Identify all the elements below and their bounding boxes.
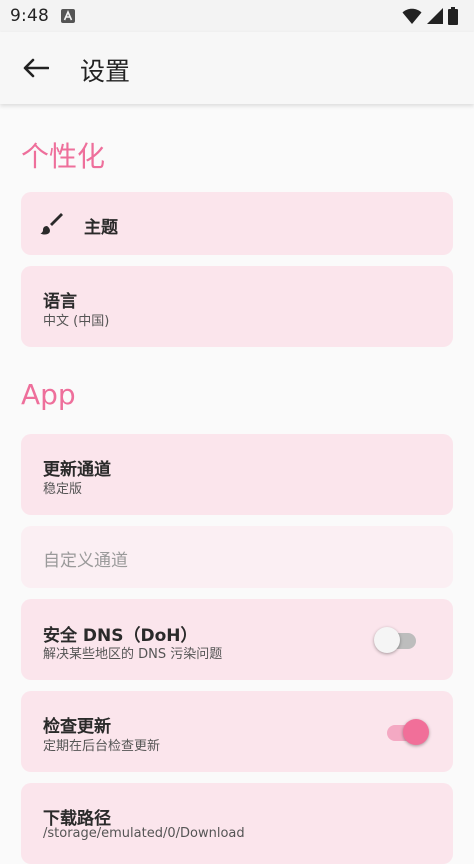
wifi-icon xyxy=(402,8,422,24)
status-icons xyxy=(402,7,458,25)
secure-dns-description: 解决某些地区的 DNS 污染问题 xyxy=(43,647,223,662)
check-updates-toggle[interactable] xyxy=(385,717,429,747)
download-path-value: /storage/emulated/0/Download xyxy=(43,826,245,841)
brush-icon xyxy=(40,213,63,235)
status-bar: 9:48 xyxy=(0,0,474,32)
section-title-app: App xyxy=(21,378,76,411)
language-label: 语言 xyxy=(43,292,77,312)
check-updates-label: 检查更新 xyxy=(43,717,111,737)
settings-item-language[interactable]: 语言 中文 (中国) xyxy=(21,266,453,347)
update-channel-label: 更新通道 xyxy=(43,460,111,480)
toggle-thumb xyxy=(403,719,429,745)
settings-item-update-channel[interactable]: 更新通道 稳定版 xyxy=(21,434,453,515)
signal-icon xyxy=(427,8,443,24)
settings-item-check-updates[interactable]: 检查更新 定期在后台检查更新 xyxy=(21,691,453,772)
custom-channel-label: 自定义通道 xyxy=(43,551,128,571)
secure-dns-toggle[interactable] xyxy=(374,625,418,655)
battery-icon xyxy=(448,7,458,25)
page-title: 设置 xyxy=(80,57,131,86)
arrow-back-icon xyxy=(23,58,49,78)
settings-item-download-path[interactable]: 下载路径 /storage/emulated/0/Download xyxy=(21,783,453,864)
a-icon xyxy=(61,9,75,23)
update-channel-value: 稳定版 xyxy=(43,482,83,497)
theme-label: 主题 xyxy=(84,218,118,238)
section-title-personalization: 个性化 xyxy=(21,140,106,173)
settings-item-custom-channel: 自定义通道 xyxy=(21,526,453,588)
check-updates-description: 定期在后台检查更新 xyxy=(43,739,161,754)
settings-item-theme[interactable]: 主题 xyxy=(21,192,453,255)
app-bar: 设置 xyxy=(0,32,474,104)
toggle-thumb xyxy=(374,627,400,653)
settings-item-secure-dns[interactable]: 安全 DNS（DoH） 解决某些地区的 DNS 污染问题 xyxy=(21,599,453,680)
back-button[interactable] xyxy=(18,50,54,86)
status-time: 9:48 xyxy=(10,6,49,26)
language-value: 中文 (中国) xyxy=(43,314,110,329)
